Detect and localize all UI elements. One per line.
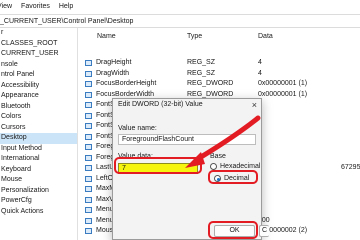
- annotation-arrow-icon: [185, 115, 261, 168]
